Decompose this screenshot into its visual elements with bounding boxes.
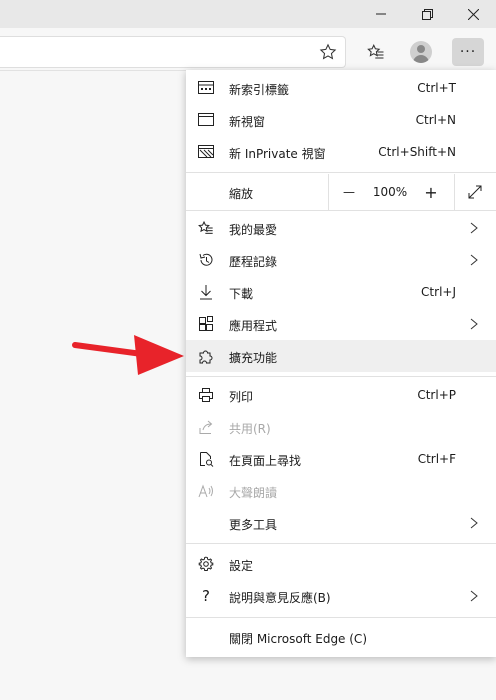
shortcut-label: Ctrl+F xyxy=(417,452,456,466)
restore-icon xyxy=(421,8,433,20)
shortcut-label: Ctrl+Shift+N xyxy=(378,145,456,159)
menu-item-label: 更多工具 xyxy=(229,518,278,532)
menu-item-help-feedback[interactable]: ? 說明與意見反應(B) xyxy=(186,580,496,612)
favorites-icon xyxy=(198,220,214,236)
menu-item-label: 新 InPrivate 視窗 xyxy=(229,147,326,161)
minus-icon: — xyxy=(343,185,355,199)
arrow-head xyxy=(134,335,184,375)
fullscreen-button[interactable] xyxy=(456,174,494,210)
menu-item-share[interactable]: 共用(R) xyxy=(186,411,496,443)
chevron-right-icon xyxy=(468,252,480,268)
menu-item-new-tab[interactable]: 新索引標籤 Ctrl+T xyxy=(186,72,496,104)
settings-menu: 新索引標籤 Ctrl+T 新視窗 Ctrl+N 新 InPrivate 視窗 C… xyxy=(186,70,496,657)
favorites-button[interactable] xyxy=(361,37,391,67)
menu-separator xyxy=(186,617,496,618)
menu-item-favorites[interactable]: 我的最愛 xyxy=(186,212,496,244)
menu-item-new-window[interactable]: 新視窗 Ctrl+N xyxy=(186,104,496,136)
menu-item-label: 下載 xyxy=(229,287,254,301)
menu-item-label: 共用(R) xyxy=(229,422,271,436)
menu-item-label: 新索引標籤 xyxy=(229,83,290,97)
menu-item-history[interactable]: 歷程記錄 xyxy=(186,244,496,276)
question-mark-icon: ? xyxy=(202,587,210,605)
menu-item-close-edge[interactable]: 關閉 Microsoft Edge (C) xyxy=(186,621,496,653)
shortcut-label: Ctrl+N xyxy=(415,113,456,127)
red-arrow-annotation xyxy=(72,335,184,375)
menu-item-extensions[interactable]: 擴充功能 xyxy=(186,340,496,372)
download-icon xyxy=(198,284,214,300)
new-window-icon xyxy=(198,112,214,128)
menu-separator xyxy=(186,172,496,173)
menu-item-label: 設定 xyxy=(229,559,254,573)
favorites-list-icon xyxy=(367,44,384,59)
menu-item-downloads[interactable]: 下載 Ctrl+J xyxy=(186,276,496,308)
printer-icon xyxy=(198,387,214,403)
history-icon xyxy=(198,252,214,268)
menu-item-label: 說明與意見反應(B) xyxy=(229,591,331,605)
menu-item-label: 大聲朗讀 xyxy=(229,486,278,500)
new-tab-icon xyxy=(198,80,214,96)
gear-icon xyxy=(198,556,214,572)
menu-separator xyxy=(186,210,496,211)
minimize-button[interactable] xyxy=(358,0,404,28)
restore-button[interactable] xyxy=(404,0,450,28)
zoom-value: 100% xyxy=(372,185,408,199)
menu-item-new-inprivate[interactable]: 新 InPrivate 視窗 Ctrl+Shift+N xyxy=(186,136,496,168)
zoom-out-button[interactable]: — xyxy=(334,174,364,210)
menu-item-label: 應用程式 xyxy=(229,319,278,333)
menu-item-label: 在頁面上尋找 xyxy=(229,454,302,468)
share-icon xyxy=(198,419,214,435)
settings-and-more-button[interactable]: ··· xyxy=(452,38,484,66)
menu-item-label: 列印 xyxy=(229,390,254,404)
chevron-right-icon xyxy=(468,220,480,236)
zoom-row: 縮放 — 100% + xyxy=(186,174,496,210)
zoom-divider xyxy=(328,174,329,210)
menu-item-label: 擴充功能 xyxy=(229,351,278,365)
menu-separator xyxy=(186,376,496,377)
chevron-right-icon xyxy=(468,316,480,332)
shortcut-label: Ctrl+T xyxy=(417,81,456,95)
find-page-icon xyxy=(198,451,214,467)
menu-item-label: 新視窗 xyxy=(229,115,266,129)
zoom-in-button[interactable]: + xyxy=(416,174,446,210)
inprivate-icon xyxy=(198,144,214,160)
menu-item-more-tools[interactable]: 更多工具 xyxy=(186,507,496,539)
menu-item-label: 歷程記錄 xyxy=(229,255,278,269)
fullscreen-icon xyxy=(468,185,482,199)
close-window-button[interactable] xyxy=(450,0,496,28)
plus-icon: + xyxy=(424,182,438,202)
close-icon xyxy=(467,8,479,20)
menu-item-settings[interactable]: 設定 xyxy=(186,548,496,580)
star-outline-icon xyxy=(319,43,337,60)
zoom-level: 100% xyxy=(366,174,414,210)
chevron-right-icon xyxy=(468,588,480,604)
arrow-shaft xyxy=(72,342,145,357)
shortcut-label: Ctrl+J xyxy=(421,285,456,299)
zoom-label: 縮放 xyxy=(229,187,254,201)
menu-item-read-aloud[interactable]: 大聲朗讀 xyxy=(186,475,496,507)
profile-avatar-icon[interactable] xyxy=(410,41,432,63)
menu-separator xyxy=(186,543,496,544)
zoom-divider xyxy=(454,174,455,210)
apps-icon xyxy=(198,316,214,332)
address-bar[interactable] xyxy=(0,36,346,68)
chevron-right-icon xyxy=(468,515,480,531)
menu-item-print[interactable]: 列印 Ctrl+P xyxy=(186,379,496,411)
shortcut-label: Ctrl+P xyxy=(417,388,456,402)
title-bar xyxy=(0,0,496,28)
minimize-icon xyxy=(376,13,386,15)
menu-item-label: 關閉 Microsoft Edge (C) xyxy=(229,632,367,646)
menu-item-label: 我的最愛 xyxy=(229,223,278,237)
add-favorite-button[interactable] xyxy=(313,37,343,67)
puzzle-piece-icon xyxy=(198,348,214,364)
more-dots-label: ··· xyxy=(459,44,477,60)
read-aloud-icon xyxy=(198,483,214,499)
menu-item-apps[interactable]: 應用程式 xyxy=(186,308,496,340)
menu-item-find-on-page[interactable]: 在頁面上尋找 Ctrl+F xyxy=(186,443,496,475)
